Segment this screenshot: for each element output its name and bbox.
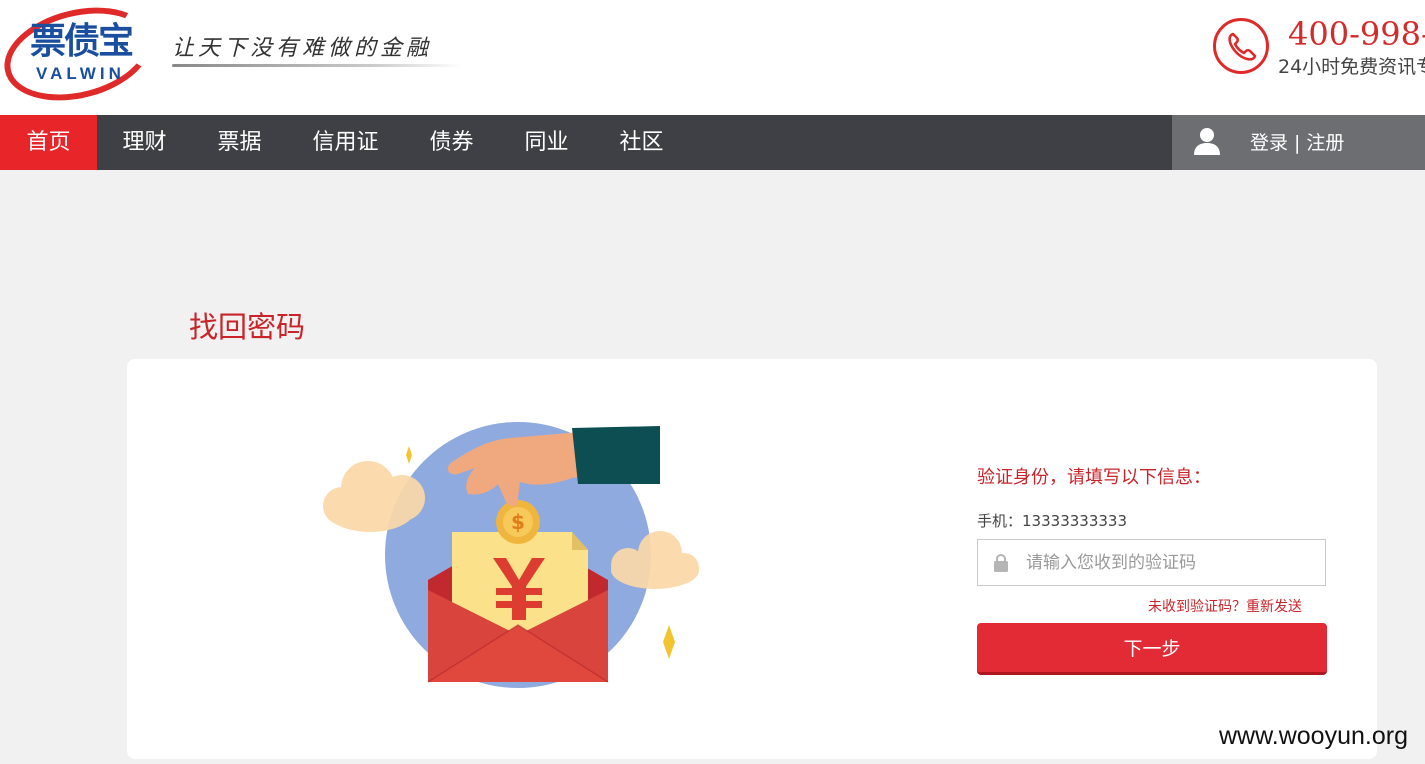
user-icon (1194, 128, 1220, 155)
hotline-caption: 24小时免费资讯专 (1278, 56, 1425, 78)
phone-row: 手机：13333333333 (977, 510, 1127, 531)
nav-item-bonds[interactable]: 债券 (404, 115, 499, 170)
red-envelope-illustration: $ (323, 422, 699, 688)
verification-code-input[interactable] (1026, 540, 1321, 585)
user-box: 登录 | 注册 (1172, 115, 1425, 170)
nav-item-interbank[interactable]: 同业 (499, 115, 594, 170)
main-nav: 首页 理财 票据 信用证 债券 同业 社区 登录 | 注册 (0, 115, 1425, 170)
verification-code-field (977, 539, 1326, 586)
auth-separator: | (1294, 132, 1301, 154)
site-slogan: 让天下没有难做的金融 (172, 36, 433, 61)
site-logo[interactable]: 票债宝 VALWIN (0, 0, 162, 115)
nav-item-wealth[interactable]: 理财 (97, 115, 192, 170)
logo-cn-text: 票债宝 (30, 21, 134, 62)
resend-code-link[interactable]: 未收到验证码？重新发送 (1148, 596, 1302, 616)
logo-en-text: VALWIN (36, 64, 125, 83)
auth-links: 登录 | 注册 (1250, 115, 1344, 170)
phone-label: 手机： (977, 512, 1023, 530)
nav-item-community[interactable]: 社区 (594, 115, 689, 170)
nav-item-bills[interactable]: 票据 (192, 115, 287, 170)
svg-text:$: $ (511, 510, 525, 534)
login-link[interactable]: 登录 (1250, 132, 1288, 154)
next-step-button[interactable]: 下一步 (977, 623, 1327, 675)
nav-item-home[interactable]: 首页 (0, 115, 97, 170)
register-link[interactable]: 注册 (1306, 132, 1344, 154)
lock-icon (994, 554, 1008, 572)
phone-icon (1213, 18, 1269, 74)
page-title: 找回密码 (189, 310, 306, 344)
slogan-underline (172, 64, 462, 67)
phone-value: 13333333333 (1022, 512, 1127, 530)
hotline-number: 400-998- (1288, 15, 1425, 53)
verify-heading: 验证身份，请填写以下信息： (977, 467, 1211, 488)
nav-item-letter-of-credit[interactable]: 信用证 (287, 115, 404, 170)
site-header: 票债宝 VALWIN 让天下没有难做的金融 400-998- 24小时免费资讯专 (0, 0, 1425, 115)
watermark: www.wooyun.org (1219, 722, 1408, 750)
